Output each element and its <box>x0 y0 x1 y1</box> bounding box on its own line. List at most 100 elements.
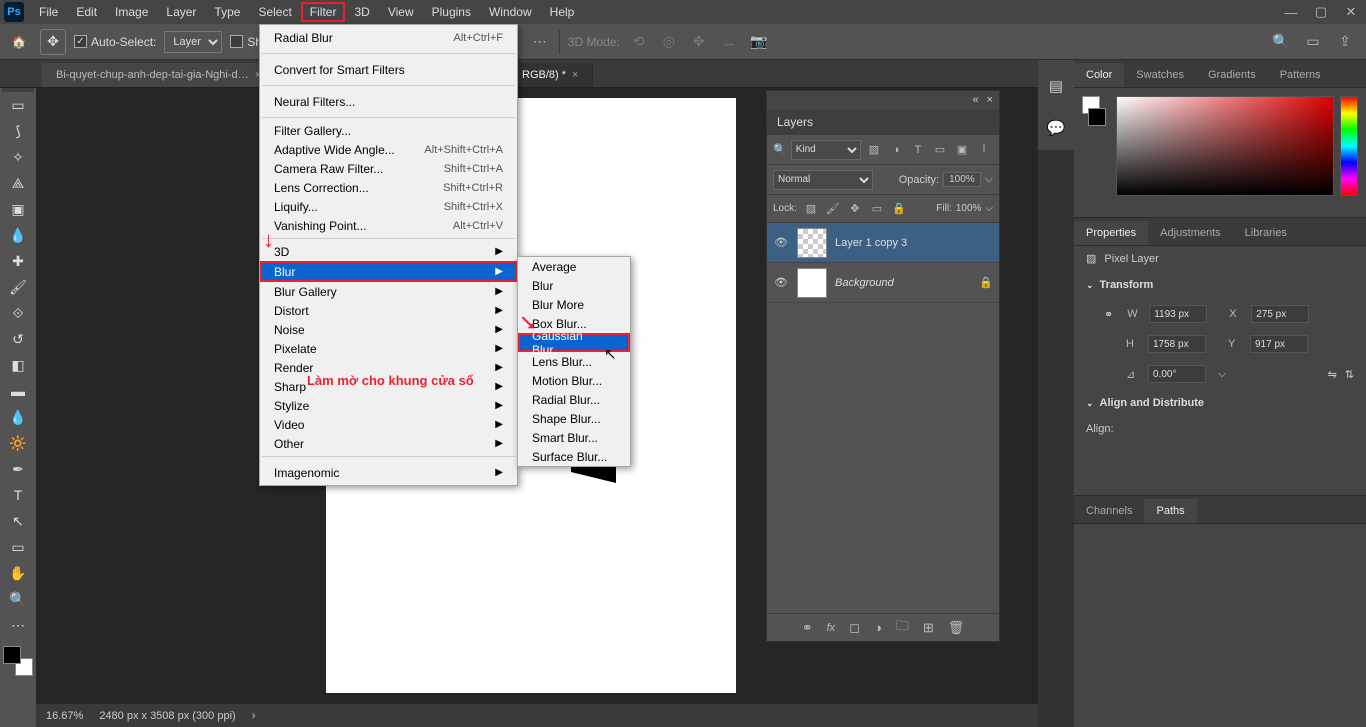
menu-filter-gallery[interactable]: Filter Gallery... <box>260 121 517 140</box>
auto-select-checkbox[interactable]: ✓Auto-Select: <box>74 35 156 49</box>
doc-info[interactable]: 2480 px x 3508 px (300 ppi) <box>99 710 235 722</box>
eraser-tool[interactable]: ◧ <box>2 352 34 378</box>
filter-image-icon[interactable]: ▨ <box>865 141 883 159</box>
menu-lens-correction[interactable]: Lens Correction...Shift+Ctrl+R <box>260 178 517 197</box>
window-maximize[interactable]: ▢ <box>1306 0 1336 24</box>
filter-toggle-icon[interactable]: ⏽ <box>975 141 993 159</box>
menu-noise[interactable]: Noise▶ <box>260 320 517 339</box>
layer-filter-kind[interactable]: Kind <box>791 140 861 160</box>
menu-imagenomic[interactable]: Imagenomic▶ <box>260 460 517 485</box>
submenu-average[interactable]: Average <box>518 257 630 276</box>
menu-edit[interactable]: Edit <box>67 2 106 22</box>
clone-tool[interactable]: ⟐ <box>2 300 34 326</box>
marquee-tool[interactable]: ▭ <box>2 92 34 118</box>
menu-adaptive-wide-angle[interactable]: Adaptive Wide Angle...Alt+Shift+Ctrl+A <box>260 140 517 159</box>
home-button[interactable]: 🏠 <box>6 29 32 55</box>
menu-select[interactable]: Select <box>249 2 300 22</box>
tab-properties[interactable]: Properties <box>1074 221 1148 245</box>
submenu-radial-blur[interactable]: Radial Blur... <box>518 390 630 409</box>
tab-patterns[interactable]: Patterns <box>1268 63 1333 87</box>
shape-tool[interactable]: ▭ <box>2 534 34 560</box>
menu-3d[interactable]: 3D▶ <box>260 242 517 261</box>
menu-stylize[interactable]: Stylize▶ <box>260 396 517 415</box>
mask-icon[interactable]: ◻ <box>849 620 860 636</box>
new-layer-icon[interactable]: ⊞ <box>923 620 934 636</box>
tab-adjustments[interactable]: Adjustments <box>1148 221 1233 245</box>
x-input[interactable] <box>1251 305 1309 323</box>
fx-icon[interactable]: fx <box>827 622 836 634</box>
hue-slider[interactable] <box>1340 96 1358 196</box>
menu-neural-filters[interactable]: Neural Filters... <box>260 89 517 114</box>
tab-channels[interactable]: Channels <box>1074 499 1144 523</box>
eyedropper-tool[interactable]: 💧 <box>2 222 34 248</box>
menu-file[interactable]: File <box>30 2 67 22</box>
lock-all-icon[interactable]: 🔒 <box>891 201 907 217</box>
submenu-gaussian-blur[interactable]: Gaussian Blur... <box>518 333 630 352</box>
menu-view[interactable]: View <box>379 2 423 22</box>
link-wh-icon[interactable]: ⚭ <box>1104 308 1113 321</box>
filter-smart-icon[interactable]: ▣ <box>953 141 971 159</box>
color-spectrum[interactable] <box>1116 96 1334 196</box>
tab-paths[interactable]: Paths <box>1144 499 1196 523</box>
menu-plugins[interactable]: Plugins <box>423 2 480 22</box>
close-panel-icon[interactable]: × <box>987 94 993 106</box>
menu-liquify[interactable]: Liquify...Shift+Ctrl+X <box>260 197 517 216</box>
menu-pixelate[interactable]: Pixelate▶ <box>260 339 517 358</box>
healing-tool[interactable]: ✚ <box>2 248 34 274</box>
menu-window[interactable]: Window <box>480 2 541 22</box>
submenu-surface-blur[interactable]: Surface Blur... <box>518 447 630 466</box>
share-icon[interactable]: ⇪ <box>1334 31 1356 53</box>
crop-tool[interactable]: ⟁ <box>2 170 34 196</box>
edit-toolbar[interactable]: ⋯ <box>2 612 34 638</box>
layer-item[interactable]: 👁 Layer 1 copy 3 <box>767 223 999 263</box>
lock-brush-icon[interactable]: 🖌 <box>825 201 841 217</box>
flip-h-icon[interactable]: ⇋ <box>1328 368 1337 381</box>
submenu-smart-blur[interactable]: Smart Blur... <box>518 428 630 447</box>
pen-tool[interactable]: ✒ <box>2 456 34 482</box>
menu-layer[interactable]: Layer <box>157 2 205 22</box>
menu-blur-gallery[interactable]: Blur Gallery▶ <box>260 282 517 301</box>
menu-video[interactable]: Video▶ <box>260 415 517 434</box>
close-icon[interactable]: × <box>572 69 578 81</box>
blur-tool[interactable]: 💧 <box>2 404 34 430</box>
menu-camera-raw[interactable]: Camera Raw Filter...Shift+Ctrl+A <box>260 159 517 178</box>
layer-blend-mode[interactable]: Normal <box>773 170 873 190</box>
workspace-icon[interactable]: ▭ <box>1302 31 1324 53</box>
menu-image[interactable]: Image <box>106 2 157 22</box>
opacity-value[interactable]: 100% <box>943 172 981 187</box>
auto-select-target[interactable]: Layer <box>164 31 222 53</box>
filter-shape-icon[interactable]: ▭ <box>931 141 949 159</box>
link-icon[interactable]: ⚭ <box>802 620 813 636</box>
submenu-motion-blur[interactable]: Motion Blur... <box>518 371 630 390</box>
gradient-tool[interactable]: ▬ <box>2 378 34 404</box>
tab-libraries[interactable]: Libraries <box>1233 221 1299 245</box>
doc-tab-0[interactable]: Bi-quyet-chup-anh-dep-tai-gia-Nghi-d…× <box>42 63 276 87</box>
window-close[interactable]: ✕ <box>1336 0 1366 24</box>
menu-type[interactable]: Type <box>205 2 249 22</box>
adjustment-icon[interactable]: ◑ <box>874 620 882 635</box>
frame-tool[interactable]: ▣ <box>2 196 34 222</box>
width-input[interactable] <box>1149 305 1207 323</box>
type-tool[interactable]: T <box>2 482 34 508</box>
layer-name[interactable]: Layer 1 copy 3 <box>835 237 907 249</box>
tab-swatches[interactable]: Swatches <box>1124 63 1196 87</box>
height-input[interactable] <box>1148 335 1206 353</box>
flip-v-icon[interactable]: ⇅ <box>1345 368 1354 381</box>
menu-distort[interactable]: Distort▶ <box>260 301 517 320</box>
lock-artboard-icon[interactable]: ▭ <box>869 201 885 217</box>
tab-gradients[interactable]: Gradients <box>1196 63 1268 87</box>
dodge-tool[interactable]: 🔆 <box>2 430 34 456</box>
fg-bg-colors[interactable] <box>3 646 33 676</box>
hand-tool[interactable]: ✋ <box>2 560 34 586</box>
bg-swatch[interactable] <box>1088 108 1106 126</box>
fill-value[interactable]: 100% <box>956 203 982 214</box>
angle-input[interactable] <box>1148 365 1206 383</box>
menu-vanishing-point[interactable]: Vanishing Point...Alt+Ctrl+V <box>260 216 517 235</box>
menu-filter[interactable]: Filter <box>301 2 346 22</box>
comments-icon[interactable]: 💬 <box>1044 116 1068 140</box>
zoom-level[interactable]: 16.67% <box>46 710 83 722</box>
layer-item[interactable]: 👁 Background 🔒 <box>767 263 999 303</box>
trash-icon[interactable]: 🗑 <box>948 620 965 636</box>
history-brush-tool[interactable]: ↺ <box>2 326 34 352</box>
submenu-shape-blur[interactable]: Shape Blur... <box>518 409 630 428</box>
